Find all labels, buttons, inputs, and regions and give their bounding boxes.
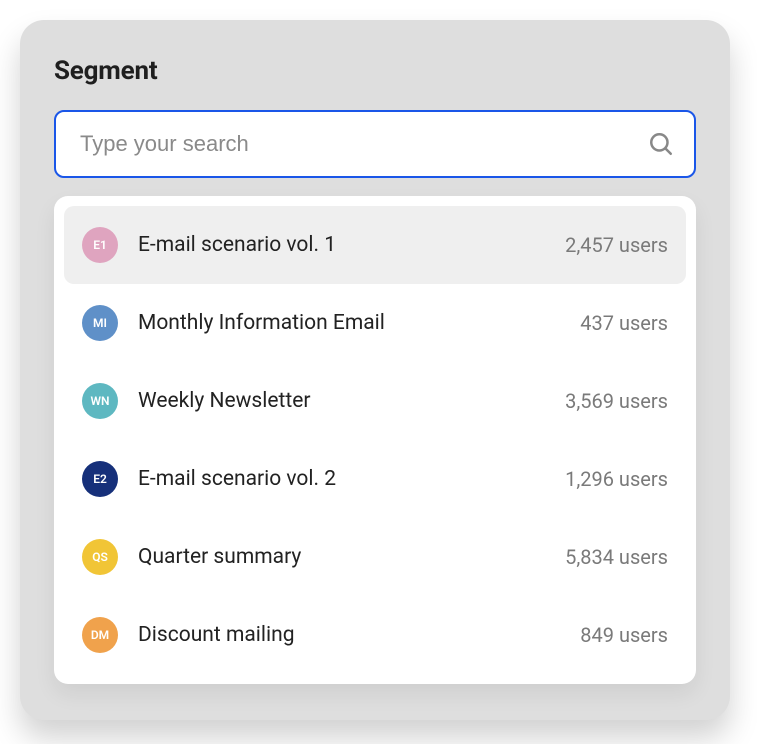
segment-item-label: E-mail scenario vol. 1 [138,233,565,257]
segment-item-meta: 3,569 users [565,389,668,413]
segment-item[interactable]: E1 E-mail scenario vol. 12,457 users [64,206,686,284]
segment-item-meta: 5,834 users [565,545,668,569]
segment-item-label: Monthly Information Email [138,311,580,335]
avatar: WN [82,383,118,419]
search-icon[interactable] [648,131,674,157]
segment-item-label: E-mail scenario vol. 2 [138,467,565,491]
segment-item[interactable]: QS Quarter summary5,834 users [64,518,686,596]
segment-item[interactable]: MI Monthly Information Email437 users [64,284,686,362]
avatar: QS [82,539,118,575]
segment-dropdown: E1 E-mail scenario vol. 12,457 users MI Mon… [54,196,696,684]
segment-item-meta: 1,296 users [565,467,668,491]
search-input[interactable] [54,110,696,178]
panel-title: Segment [54,56,696,86]
segment-item-meta: 2,457 users [565,233,668,257]
segment-item[interactable]: E2 E-mail scenario vol. 21,296 users [64,440,686,518]
segment-panel: Segment E1 E-mail scenario vol. 12,457 us… [20,20,730,720]
avatar: DM [82,617,118,653]
segment-item-meta: 849 users [580,623,668,647]
avatar: E2 [82,461,118,497]
segment-item-meta: 437 users [580,311,668,335]
segment-item-label: Quarter summary [138,545,565,569]
segment-item[interactable]: DM Discount mailing849 users [64,596,686,674]
avatar: MI [82,305,118,341]
segment-item[interactable]: WN Weekly Newsletter3,569 users [64,362,686,440]
search-field [54,110,696,178]
segment-item-label: Discount mailing [138,623,580,647]
avatar: E1 [82,227,118,263]
segment-item-label: Weekly Newsletter [138,389,565,413]
